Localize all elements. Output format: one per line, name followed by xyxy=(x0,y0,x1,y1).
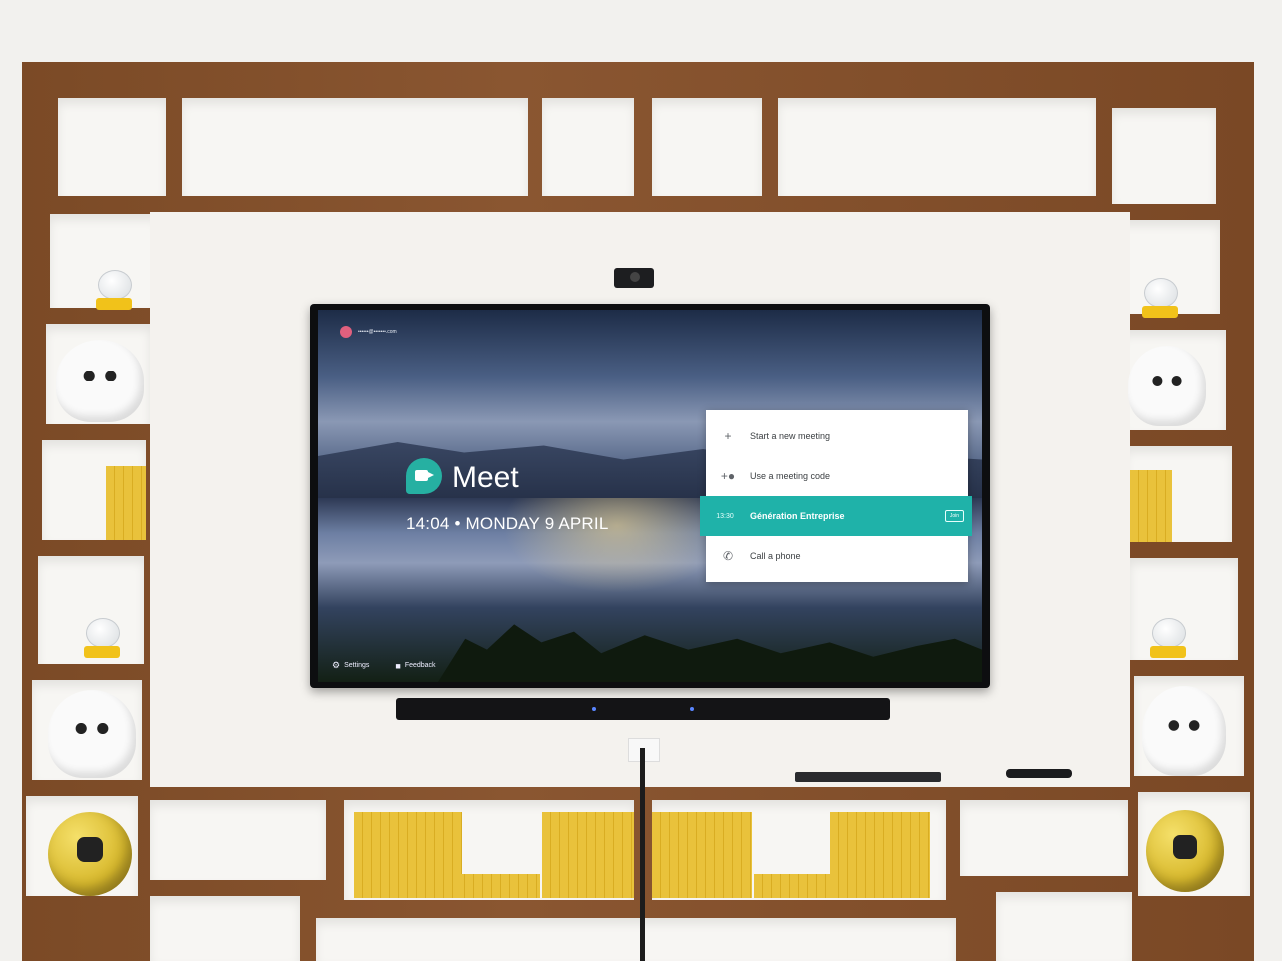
account-email: ••••••@•••••••.com xyxy=(358,329,397,335)
shelf-cubby xyxy=(182,98,528,196)
app-title: Meet xyxy=(452,461,519,494)
book-stack xyxy=(354,812,462,898)
meet-logo: Meet xyxy=(406,458,519,498)
shelf-cubby xyxy=(652,98,762,196)
book-stack xyxy=(456,874,540,898)
webcam xyxy=(614,268,654,288)
book-stack xyxy=(106,466,146,540)
tv-display: ••••••@•••••••.com Meet 14:04 • MONDAY 9… xyxy=(310,304,990,688)
book-stack xyxy=(754,874,838,898)
shelf-cubby xyxy=(996,892,1132,961)
snow-globe xyxy=(1142,278,1178,318)
background-trees xyxy=(438,624,982,682)
book-stack xyxy=(542,812,634,898)
ghost-plush xyxy=(56,340,144,422)
join-button[interactable]: Join xyxy=(944,510,964,522)
meet-home-screen: ••••••@•••••••.com Meet 14:04 • MONDAY 9… xyxy=(318,310,982,682)
feedback-button[interactable]: ■ Feedback xyxy=(395,660,435,671)
feedback-icon: ■ xyxy=(395,660,401,671)
book-stack xyxy=(830,812,930,898)
meeting-code-item[interactable]: +● Use a meeting code xyxy=(706,456,968,496)
scheduled-meeting-item[interactable]: 13:30 Génération Entreprise Join xyxy=(700,496,972,536)
bottom-bar: ⚙ Settings ■ Feedback xyxy=(332,660,436,671)
ghost-plush xyxy=(48,690,136,778)
clock-date: 14:04 • MONDAY 9 APRIL xyxy=(406,514,609,533)
meeting-menu: + Start a new meeting +● Use a meeting c… xyxy=(700,410,972,582)
snow-globe xyxy=(1150,618,1186,658)
account-chip[interactable]: ••••••@•••••••.com xyxy=(340,326,397,338)
shelf-cubby xyxy=(1112,108,1216,204)
add-person-icon: +● xyxy=(720,469,736,483)
plus-icon: + xyxy=(724,429,732,443)
meeting-title: Génération Entreprise xyxy=(750,511,845,521)
keyboard xyxy=(795,772,941,782)
soccer-ball xyxy=(1146,810,1224,892)
ghost-plush xyxy=(1128,346,1206,426)
meeting-time: 13:30 xyxy=(716,512,734,520)
book-stack xyxy=(652,812,752,898)
soundbar xyxy=(396,698,890,720)
shelf-cubby xyxy=(58,98,166,196)
shelf-cubby xyxy=(316,918,956,961)
soccer-ball xyxy=(48,812,132,896)
meet-camera-icon xyxy=(406,458,442,498)
power-cable xyxy=(640,748,645,961)
start-meeting-item[interactable]: + Start a new meeting xyxy=(706,416,968,456)
shelf-cubby xyxy=(150,800,326,880)
gear-icon: ⚙ xyxy=(332,660,341,670)
call-phone-item[interactable]: ✆ Call a phone xyxy=(706,536,968,576)
ghost-plush xyxy=(1142,686,1226,776)
shelf-cubby xyxy=(542,98,634,196)
shelf-cubby xyxy=(960,800,1128,876)
shelf-cubby xyxy=(150,896,300,961)
remote-control xyxy=(1006,769,1072,778)
avatar xyxy=(340,326,352,338)
phone-icon: ✆ xyxy=(722,549,734,563)
settings-button[interactable]: ⚙ Settings xyxy=(332,660,369,671)
shelf-cubby xyxy=(778,98,1096,196)
snow-globe xyxy=(84,618,120,658)
book-stack xyxy=(1130,470,1172,542)
snow-globe xyxy=(96,270,132,310)
